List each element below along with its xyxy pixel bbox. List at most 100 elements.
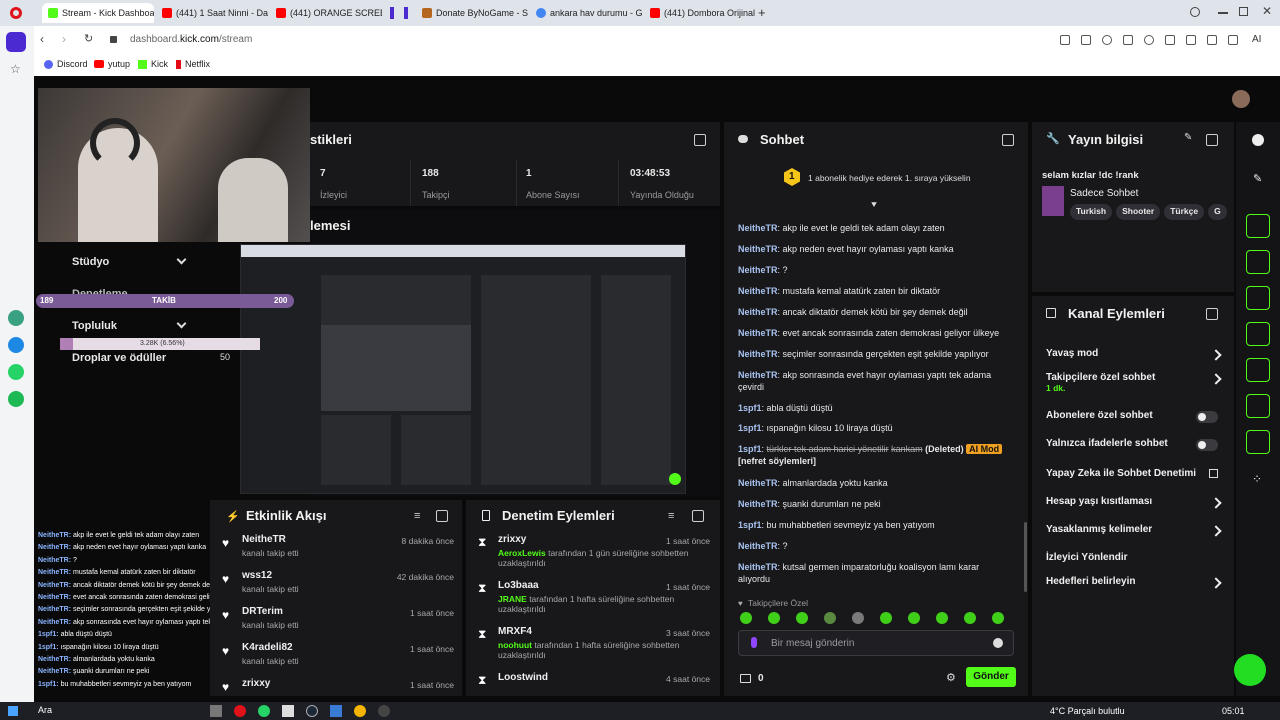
url-field[interactable]: dashboard.kick.com/stream bbox=[130, 34, 252, 45]
home-icon[interactable] bbox=[6, 32, 26, 52]
download-icon[interactable] bbox=[1165, 35, 1175, 45]
emote-icon[interactable] bbox=[992, 612, 1004, 624]
bookmark-kick[interactable]: Kick bbox=[138, 59, 168, 69]
minimize-icon[interactable] bbox=[1218, 12, 1228, 14]
live-indicator[interactable] bbox=[1234, 654, 1266, 686]
toggle-switch[interactable] bbox=[1196, 411, 1218, 423]
chat-username[interactable]: 1spf1 bbox=[738, 444, 762, 454]
channel-action-row[interactable]: Yasaklanmış kelimeler bbox=[1046, 524, 1216, 535]
chest-icon[interactable] bbox=[740, 674, 751, 683]
sidebar-button-chat[interactable] bbox=[1246, 322, 1270, 346]
popout-icon[interactable] bbox=[692, 510, 704, 522]
search-tabs-icon[interactable] bbox=[1190, 7, 1200, 17]
filter-icon[interactable]: ≡ bbox=[668, 510, 674, 522]
activity-username[interactable]: NeitheTR bbox=[242, 534, 286, 545]
emote-icon[interactable] bbox=[908, 612, 920, 624]
moderation-username[interactable]: zrixxy bbox=[498, 534, 526, 545]
emote-icon[interactable] bbox=[824, 612, 836, 624]
bookmark-netflix[interactable]: Netflix bbox=[176, 59, 210, 69]
moderation-username[interactable]: Lo3baaa bbox=[498, 580, 539, 591]
shield-icon[interactable] bbox=[1102, 35, 1112, 45]
popout-icon[interactable] bbox=[436, 510, 448, 522]
more-icon[interactable]: ⁘ bbox=[1252, 472, 1262, 486]
sidebar-button-actions[interactable] bbox=[1246, 394, 1270, 418]
messenger-icon[interactable] bbox=[8, 337, 24, 353]
activity-username[interactable]: K4radeli82 bbox=[242, 642, 293, 653]
star-icon[interactable]: ☆ bbox=[10, 62, 21, 76]
chat-username[interactable]: NeitheTR bbox=[738, 223, 778, 233]
chat-username[interactable]: NeitheTR bbox=[738, 328, 778, 338]
moderator-name[interactable]: AeroxLewis bbox=[498, 548, 546, 558]
chat-message[interactable]: NeitheTR: almanlardada yoktu kanka bbox=[738, 477, 1010, 489]
whatsapp-icon[interactable] bbox=[258, 705, 270, 717]
chat-message[interactable]: NeitheTR: evet ancak sonrasında zaten de… bbox=[738, 327, 1010, 339]
moderator-name[interactable]: noohuut bbox=[498, 640, 532, 650]
activity-username[interactable]: zrixxy bbox=[242, 678, 270, 689]
toggle-switch[interactable] bbox=[1196, 439, 1218, 451]
channel-action-row[interactable]: Hesap yaşı kısıtlaması bbox=[1046, 496, 1216, 507]
emote-icon[interactable] bbox=[852, 612, 864, 624]
game-icon[interactable] bbox=[330, 705, 342, 717]
channel-action-row[interactable]: İzleyici Yönlendir bbox=[1046, 552, 1216, 563]
aria-ai-button[interactable]: AI bbox=[1252, 34, 1261, 45]
chat-message[interactable]: NeitheTR: kutsal germen imparatorluğu ko… bbox=[738, 561, 1010, 585]
new-tab-button[interactable]: + bbox=[758, 5, 766, 20]
popout-icon[interactable] bbox=[1206, 134, 1218, 146]
opera-icon[interactable] bbox=[234, 705, 246, 717]
edit-icon[interactable] bbox=[1060, 35, 1070, 45]
app-icon[interactable] bbox=[210, 705, 222, 717]
pencil-icon[interactable]: ✎ bbox=[1253, 172, 1262, 185]
external-link-icon[interactable] bbox=[1209, 469, 1218, 478]
chat-username[interactable]: NeitheTR bbox=[738, 307, 778, 317]
forward-icon[interactable]: › bbox=[62, 32, 66, 46]
filter-icon[interactable]: ≡ bbox=[414, 510, 420, 522]
sidebar-button-wrench[interactable] bbox=[1246, 430, 1270, 454]
emote-icon[interactable] bbox=[740, 612, 752, 624]
chatgpt-icon[interactable] bbox=[8, 310, 24, 326]
popout-icon[interactable] bbox=[1206, 308, 1218, 320]
gear-icon[interactable]: ⚙ bbox=[946, 671, 956, 684]
tab-youtube-dombora[interactable]: (441) Dombora Orijinal Kl bbox=[644, 3, 756, 23]
menu-icon[interactable] bbox=[1186, 35, 1196, 45]
chat-message[interactable]: NeitheTR: akp ile evet le geldi tek adam… bbox=[738, 222, 1010, 234]
activity-username[interactable]: wss12 bbox=[242, 570, 272, 581]
chat-message[interactable]: NeitheTR: ? bbox=[738, 264, 1010, 276]
extensions-icon[interactable] bbox=[1207, 35, 1217, 45]
bookmark-discord[interactable]: Discord bbox=[44, 59, 88, 69]
channel-action-row[interactable]: Yapay Zeka ile Sohbet Denetimi bbox=[1046, 468, 1216, 479]
bookmark-yutup[interactable]: yutup bbox=[94, 59, 130, 69]
back-icon[interactable]: ‹ bbox=[40, 32, 44, 46]
chat-message-deleted[interactable]: 1spf1: türkler tek adam harici yönetilir… bbox=[738, 443, 1010, 467]
sidebar-item-studio[interactable]: Stüdyo bbox=[50, 254, 190, 272]
channel-action-row[interactable]: Hedefleri belirleyin bbox=[1046, 576, 1216, 587]
send-button[interactable]: Gönder bbox=[966, 667, 1016, 687]
user-avatar[interactable] bbox=[1232, 90, 1250, 108]
info-icon[interactable] bbox=[1252, 134, 1264, 146]
popout-icon[interactable] bbox=[1002, 134, 1014, 146]
reload-icon[interactable]: ↻ bbox=[84, 32, 93, 45]
chat-username[interactable]: NeitheTR bbox=[738, 499, 778, 509]
emote-icon[interactable] bbox=[964, 612, 976, 624]
chat-username[interactable]: NeitheTR bbox=[738, 562, 778, 572]
popout-icon[interactable] bbox=[694, 134, 706, 146]
moderation-username[interactable]: Loostwind bbox=[498, 672, 548, 683]
tag[interactable]: Shooter bbox=[1116, 204, 1161, 220]
tab-google-weather[interactable]: ankara hav durumu - Goo bbox=[530, 3, 642, 23]
chat-message[interactable]: 1spf1: abla düştü düştü bbox=[738, 402, 1010, 414]
chat-username[interactable]: NeitheTR bbox=[738, 265, 778, 275]
chat-message[interactable]: NeitheTR: seçimler sonrasında gerçekten … bbox=[738, 348, 1010, 360]
moderation-username[interactable]: MRXF4 bbox=[498, 626, 532, 637]
chat-username[interactable]: NeitheTR bbox=[738, 244, 778, 254]
pencil-icon[interactable]: ✎ bbox=[1184, 132, 1192, 143]
whatsapp-icon[interactable] bbox=[8, 364, 24, 380]
tab-bynogame[interactable]: Donate ByNoGame - Stre bbox=[416, 3, 528, 23]
chat-input[interactable]: Bir mesaj gönderin bbox=[738, 630, 1014, 656]
clock[interactable]: 05:01 bbox=[1222, 706, 1245, 716]
chat-message[interactable]: NeitheTR: akp neden evet hayır oylaması … bbox=[738, 243, 1010, 255]
scrollbar[interactable] bbox=[1024, 522, 1027, 592]
chat-message[interactable]: 1spf1: ıspanağın kilosu 10 liraya düştü bbox=[738, 422, 1010, 434]
sidebar-item-community[interactable]: Topluluk bbox=[50, 318, 190, 336]
chat-message[interactable]: NeitheTR: mustafa kemal atatürk zaten bi… bbox=[738, 285, 1010, 297]
tab-youtube-ninni[interactable]: (441) 1 Saat Ninni - Dand bbox=[156, 3, 268, 23]
tag[interactable]: Türkçe bbox=[1164, 204, 1205, 220]
